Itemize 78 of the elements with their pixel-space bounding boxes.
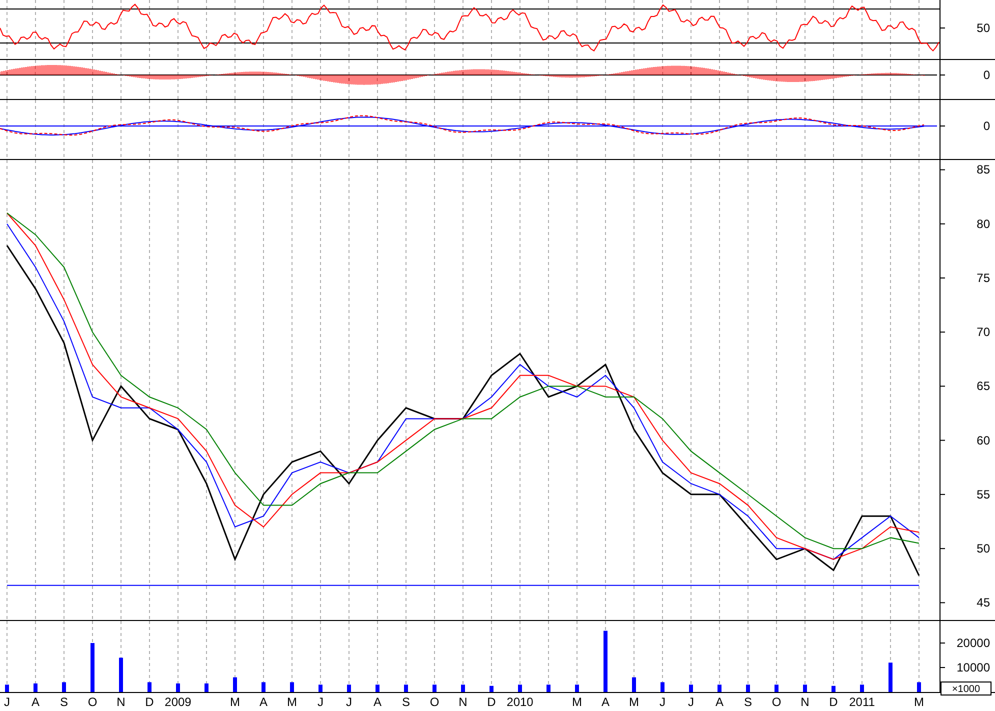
volume-bar — [860, 684, 864, 692]
month-label: M — [629, 695, 639, 709]
month-label: O — [772, 695, 782, 709]
tick-label: 55 — [976, 487, 990, 502]
month-label: S — [402, 695, 410, 709]
month-label: A — [374, 695, 382, 709]
volume-bar — [176, 683, 180, 692]
month-label: N — [458, 695, 468, 709]
month-label: S — [60, 695, 68, 709]
tick-label: 75 — [976, 270, 990, 285]
month-label: M — [914, 695, 924, 709]
tick-label: 50 — [976, 21, 990, 35]
volume-bar — [832, 686, 836, 692]
month-label: O — [88, 695, 98, 709]
month-label: J — [346, 695, 352, 709]
month-label: M — [230, 695, 240, 709]
month-label: O — [430, 695, 440, 709]
volume-bar — [262, 682, 266, 692]
volume-bar — [660, 682, 664, 692]
month-label: N — [116, 695, 126, 709]
tick-label: 10000 — [956, 660, 990, 675]
month-label: J — [688, 695, 694, 709]
volume-bar — [404, 684, 408, 692]
month-label: 2011 — [849, 695, 875, 709]
month-label: D — [487, 695, 496, 709]
volume-bar — [233, 677, 237, 692]
tick-label: 80 — [976, 216, 990, 231]
volume-bar — [5, 684, 9, 692]
tick-label: 65 — [976, 379, 990, 394]
month-label: 2009 — [164, 695, 192, 709]
tick-label: 0 — [983, 68, 990, 82]
month-label: D — [829, 695, 838, 709]
volume-bar — [34, 683, 38, 692]
volume-bar — [490, 686, 494, 692]
volume-bar — [888, 662, 892, 692]
unit-label: ×1000 — [940, 682, 992, 696]
volume-bar — [432, 684, 436, 692]
month-label: J — [4, 695, 10, 709]
tick-label: 0 — [983, 119, 990, 133]
volume-bar — [119, 658, 123, 692]
volume-bar — [803, 684, 807, 692]
volume-bar — [461, 684, 465, 692]
volume-bar — [689, 684, 693, 692]
volume-bar — [632, 677, 636, 692]
month-label: A — [602, 695, 610, 709]
volume-bar — [604, 630, 608, 692]
volume-bar — [917, 682, 921, 692]
month-label: J — [318, 695, 324, 709]
volume-bar — [746, 684, 750, 692]
month-label: N — [800, 695, 810, 709]
month-label: A — [32, 695, 40, 709]
month-label: J — [660, 695, 666, 709]
month-label: M — [287, 695, 297, 709]
month-label: 2010 — [506, 695, 534, 709]
volume-bar — [546, 684, 550, 692]
volume-bar — [148, 682, 152, 692]
volume-bar — [376, 684, 380, 692]
tick-label: 85 — [976, 162, 990, 177]
volume-bar — [290, 682, 294, 692]
volume-bar — [204, 683, 208, 692]
tick-label: 70 — [976, 325, 990, 340]
month-label: M — [572, 695, 582, 709]
volume-bar — [318, 684, 322, 692]
month-label: S — [744, 695, 752, 709]
month-label: D — [145, 695, 154, 709]
volume-bar — [347, 684, 351, 692]
volume-bar — [62, 682, 66, 692]
volume-bar — [90, 643, 94, 692]
tick-label: 50 — [976, 542, 990, 556]
month-label: A — [260, 695, 268, 709]
tick-label: 20000 — [956, 636, 990, 650]
volume-bar — [518, 684, 522, 692]
tick-label: 45 — [976, 596, 990, 610]
volume-bar — [575, 684, 579, 692]
month-label: A — [716, 695, 724, 709]
volume-bar — [718, 684, 722, 692]
tick-label: 60 — [976, 433, 990, 448]
volume-bar — [774, 684, 778, 692]
